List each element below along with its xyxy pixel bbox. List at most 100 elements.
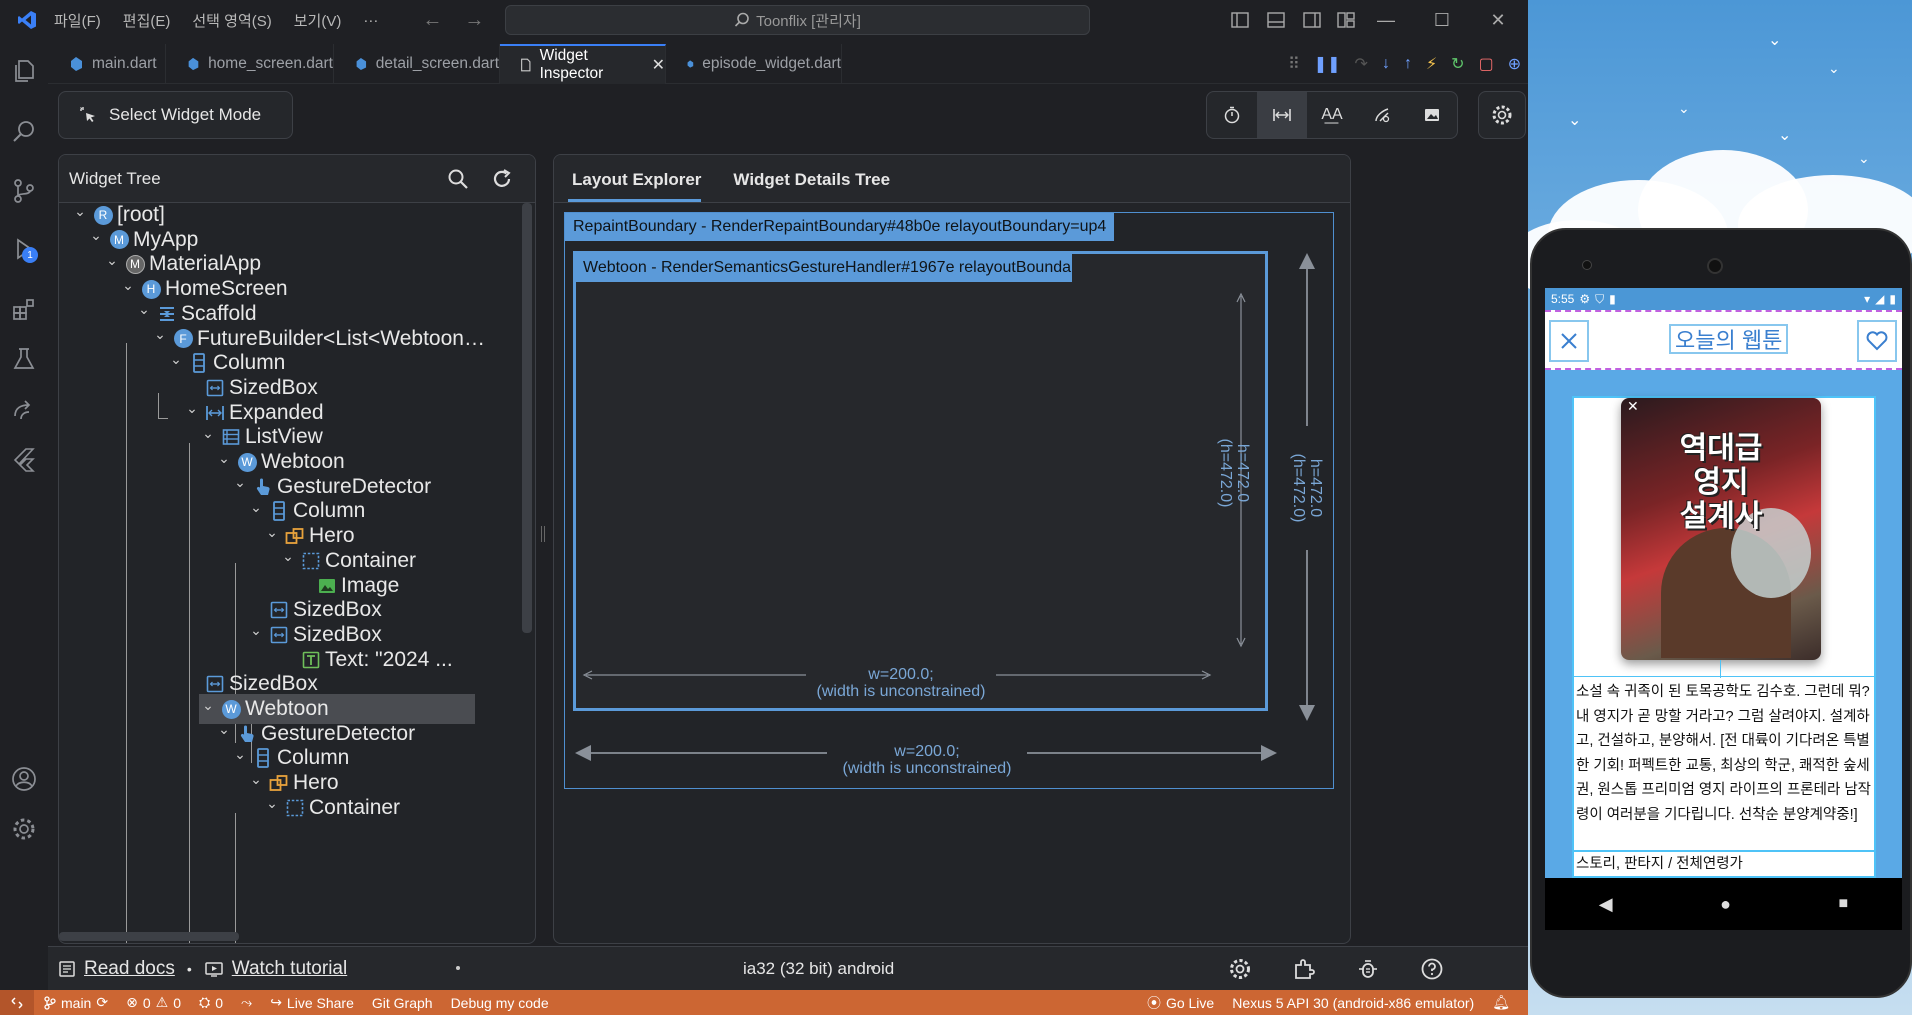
chevron-down-icon[interactable]: ⌄ <box>199 697 217 714</box>
pause-icon[interactable]: ❚❚ <box>1314 54 1341 74</box>
menu-view[interactable]: 보기(V) <box>294 10 342 31</box>
chevron-down-icon[interactable]: ⌄ <box>103 252 121 269</box>
chevron-down-icon[interactable]: ⌄ <box>199 425 217 442</box>
read-docs-link[interactable]: Read docs <box>58 958 175 980</box>
tab-detail-screen-dart[interactable]: detail_screen.dart <box>334 44 500 84</box>
git-graph-button[interactable]: Git Graph <box>372 995 433 1011</box>
chevron-down-icon[interactable]: ⌄ <box>231 474 249 491</box>
highlight-oversized-images-icon[interactable] <box>1407 92 1457 138</box>
chevron-down-icon[interactable]: ⌄ <box>135 301 153 318</box>
remote-explorer-icon[interactable] <box>8 393 40 425</box>
webtoon-render-box[interactable]: Webtoon - RenderSemanticsGestureHandler#… <box>573 251 1268 711</box>
chevron-down-icon[interactable]: ⌄ <box>263 795 281 812</box>
problems-count[interactable]: ⊗ 0 ⚠ 0 <box>126 994 181 1011</box>
webtoon-thumbnail-image[interactable]: ✕ 역대급 영지 설계사 <box>1621 398 1821 660</box>
tab-widget-details-tree[interactable]: Widget Details Tree <box>715 170 904 202</box>
widget-type-icon <box>157 304 177 324</box>
command-center-search[interactable]: Toonflix [관리자] <box>505 5 1090 35</box>
tab-main-dart[interactable]: main.dart <box>48 44 166 84</box>
chevron-down-icon[interactable]: ⌄ <box>247 622 265 639</box>
notifications-bell-icon[interactable]: 🔔︎ <box>1492 994 1510 1011</box>
tab-widget-inspector[interactable]: Widget Inspector ✕ <box>500 44 666 84</box>
chevron-down-icon[interactable]: ⌄ <box>151 326 169 343</box>
menu-more[interactable]: ··· <box>363 12 378 29</box>
step-into-icon[interactable]: ↓ <box>1382 55 1390 73</box>
extension-puzzle-icon[interactable] <box>1292 957 1316 981</box>
stop-icon[interactable]: ▢ <box>1479 54 1494 74</box>
source-control-icon[interactable] <box>8 175 40 207</box>
repaint-boundary-box[interactable]: RepaintBoundary - RenderRepaintBoundary#… <box>564 212 1334 789</box>
chevron-down-icon[interactable]: ⌄ <box>279 548 297 565</box>
menu-selection[interactable]: 선택 영역(S) <box>192 10 271 31</box>
remote-indicator-icon[interactable] <box>0 990 34 1015</box>
back-arrow-icon[interactable]: ← <box>422 9 442 32</box>
account-icon[interactable] <box>8 763 40 795</box>
hot-reload-icon[interactable]: ⚡ <box>1426 54 1437 74</box>
chevron-down-icon[interactable]: ⌄ <box>231 746 249 763</box>
drag-handle-icon[interactable]: ⠿ <box>1288 54 1300 74</box>
select-widget-mode-button[interactable]: Select Widget Mode <box>58 91 293 139</box>
panel-splitter-handle[interactable] <box>541 526 545 542</box>
home-circle-icon[interactable]: ● <box>1720 894 1731 915</box>
minimize-icon[interactable]: — <box>1358 0 1414 40</box>
live-share-button[interactable]: ↪ Live Share <box>270 994 354 1011</box>
inner-height-label: h=472.0 (h=472.0) <box>1217 438 1251 508</box>
close-tab-icon[interactable]: ✕ <box>652 55 665 75</box>
tree-search-icon[interactable] <box>447 168 469 190</box>
chevron-down-icon[interactable]: ⌄ <box>87 227 105 244</box>
bug-report-icon[interactable] <box>1356 957 1380 981</box>
slow-animations-icon[interactable] <box>1207 92 1257 138</box>
menu-edit[interactable]: 편집(E) <box>123 10 171 31</box>
chevron-down-icon[interactable]: ⌄ <box>263 524 281 541</box>
debug-launch-icon[interactable]: ⤳ <box>241 994 252 1011</box>
widget-letter-badge: M <box>125 254 145 274</box>
settings-gear-icon[interactable] <box>1228 957 1252 981</box>
step-over-icon[interactable]: ↷ <box>1355 54 1368 74</box>
open-devtools-icon[interactable]: ⊕ <box>1508 54 1521 74</box>
extensions-icon[interactable] <box>8 293 40 325</box>
debug-my-code-button[interactable]: Debug my code <box>451 995 549 1011</box>
flutter-icon[interactable] <box>8 443 40 475</box>
emulator-device-selector[interactable]: Nexus 5 API 30 (android-x86 emulator) <box>1232 995 1474 1011</box>
tab-home-screen-dart[interactable]: home_screen.dart <box>166 44 334 84</box>
back-triangle-icon[interactable]: ◀ <box>1599 894 1613 915</box>
ports-count[interactable]: ⛭ 0 <box>199 994 223 1011</box>
tab-layout-explorer[interactable]: Layout Explorer <box>554 170 715 202</box>
search-icon[interactable] <box>8 115 40 147</box>
maximize-icon[interactable]: ☐ <box>1414 0 1470 40</box>
show-baselines-icon[interactable]: A͟A <box>1307 92 1357 138</box>
testing-icon[interactable] <box>8 343 40 375</box>
git-branch[interactable]: main ⟳ <box>44 994 108 1011</box>
chevron-down-icon[interactable]: ⌄ <box>167 351 185 368</box>
explorer-icon[interactable] <box>8 55 40 87</box>
help-question-icon[interactable] <box>1420 957 1444 981</box>
chevron-down-icon[interactable]: ⌄ <box>119 277 137 294</box>
close-window-icon[interactable]: ✕ <box>1470 0 1526 40</box>
watch-tutorial-link[interactable]: Watch tutorial <box>204 958 347 980</box>
restart-icon[interactable]: ↻ <box>1451 54 1464 74</box>
chevron-down-icon[interactable]: ⌄ <box>215 721 233 738</box>
manage-gear-icon[interactable] <box>8 813 40 845</box>
tree-horizontal-scrollbar[interactable] <box>59 932 239 941</box>
step-out-icon[interactable]: ↑ <box>1404 55 1412 73</box>
tree-refresh-icon[interactable] <box>491 168 513 190</box>
go-live-button[interactable]: ⦿ Go Live <box>1147 993 1214 1013</box>
close-x-icon[interactable] <box>1549 320 1589 362</box>
inspector-settings-gear-icon[interactable] <box>1478 91 1526 139</box>
chevron-down-icon[interactable]: ⌄ <box>247 771 265 788</box>
favorite-heart-icon[interactable] <box>1857 320 1897 362</box>
menu-file[interactable]: 파일(F) <box>54 10 101 31</box>
chevron-down-icon[interactable]: ⌄ <box>71 203 89 220</box>
tree-node-label: FutureBuilder<List<Webtoon… <box>197 326 485 350</box>
tab-episode-widget-dart[interactable]: episode_widget.dart <box>666 44 842 84</box>
run-debug-icon[interactable]: 1 <box>8 233 40 265</box>
chevron-down-icon[interactable]: ⌄ <box>247 499 265 516</box>
recents-square-icon[interactable]: ■ <box>1839 895 1849 913</box>
chevron-down-icon[interactable]: ⌄ <box>215 450 233 467</box>
tree-vertical-scrollbar[interactable] <box>522 203 532 633</box>
tree-node[interactable]: ⌄ Container <box>263 793 400 823</box>
highlight-repaints-icon[interactable] <box>1357 92 1407 138</box>
forward-arrow-icon[interactable]: → <box>464 9 484 32</box>
chevron-down-icon[interactable]: ⌄ <box>183 400 201 417</box>
show-guidelines-icon[interactable] <box>1257 92 1307 138</box>
